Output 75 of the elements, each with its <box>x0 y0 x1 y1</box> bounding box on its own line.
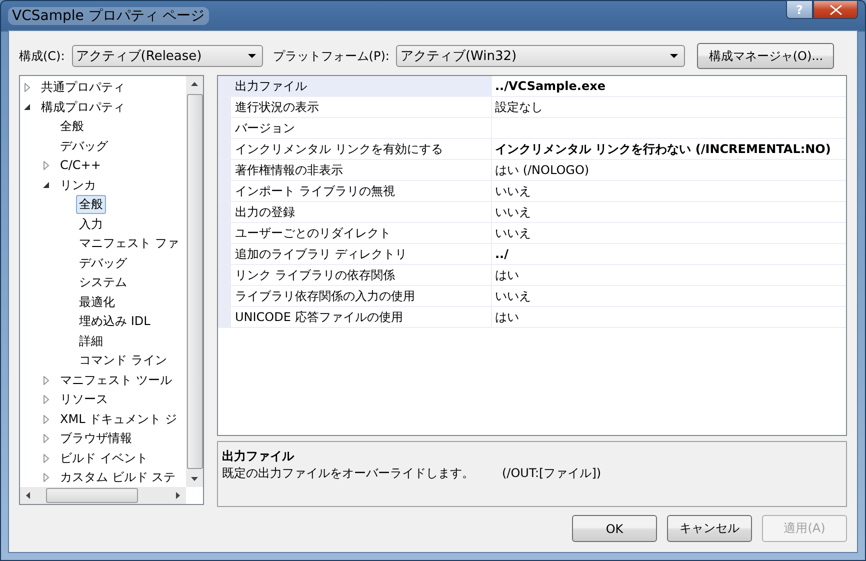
tree-item[interactable]: デバッグ <box>57 136 111 156</box>
switch-text: (/OUT:[ファイル]) <box>502 466 602 480</box>
expand-icon[interactable] <box>43 395 50 404</box>
tree-item[interactable]: 構成プロパティ <box>38 98 128 117</box>
scroll-thumb[interactable] <box>46 488 138 503</box>
property-value[interactable]: 設定なし <box>492 97 846 117</box>
dialog-button[interactable]: キャンセル <box>667 515 752 542</box>
property-value[interactable]: いいえ <box>492 286 846 306</box>
property-value[interactable]: インクリメンタル リンクを行わない (/INCREMENTAL:NO) <box>492 139 846 159</box>
collapse-icon[interactable] <box>24 102 31 112</box>
property-value[interactable]: ../VCSample.exe <box>492 76 846 96</box>
dialog-button[interactable]: OK <box>572 515 657 542</box>
property-value[interactable]: はい <box>492 307 846 327</box>
configuration-label: 構成(C): <box>19 48 65 64</box>
tree-item[interactable]: 全般 <box>76 195 106 214</box>
tree-item[interactable]: ビルド イベント <box>57 448 151 468</box>
property-value[interactable]: ../ <box>492 244 846 264</box>
description-text: 既定の出力ファイルをオーバーライドします。 <box>222 466 474 480</box>
expand-icon[interactable] <box>43 161 50 170</box>
tree-item[interactable]: リンカ <box>57 176 99 195</box>
property-name[interactable]: インクリメンタル リンクを有効にする <box>231 139 492 159</box>
dropdown-arrow-icon <box>670 54 678 58</box>
property-name[interactable]: リンク ライブラリの依存関係 <box>231 265 492 285</box>
property-name[interactable]: 著作権情報の非表示 <box>231 160 492 180</box>
expand-icon[interactable] <box>43 473 50 482</box>
tree-item[interactable]: 入力 <box>76 214 106 234</box>
tree-item[interactable]: カスタム ビルド ステ <box>57 468 179 487</box>
property-name[interactable]: 出力の登録 <box>231 202 492 222</box>
tree-item[interactable]: 埋め込み IDL <box>76 312 154 332</box>
window-title: VCSample プロパティ ページ <box>8 7 209 25</box>
close-button[interactable] <box>813 0 858 19</box>
expand-icon[interactable] <box>24 83 31 92</box>
property-name[interactable]: 出力ファイル <box>231 76 492 96</box>
configuration-manager-button[interactable]: 構成マネージャ(O)... <box>697 43 834 69</box>
tree-item[interactable]: XML ドキュメント ジ <box>57 410 180 429</box>
property-name[interactable]: バージョン <box>231 118 492 138</box>
tree-item[interactable]: ブラウザ情報 <box>57 429 135 448</box>
property-name[interactable]: ライブラリ依存関係の入力の使用 <box>231 286 492 306</box>
tree-item[interactable]: 全般 <box>57 117 87 136</box>
scroll-left-icon <box>26 492 30 499</box>
expand-icon[interactable] <box>43 434 50 444</box>
tree-item[interactable]: リソース <box>57 390 111 410</box>
property-name[interactable]: ユーザーごとのリダイレクト <box>231 223 492 243</box>
property-value[interactable]: いいえ <box>492 223 846 243</box>
dropdown-arrow-icon <box>248 54 256 58</box>
platform-label: プラットフォーム(P): <box>272 48 390 64</box>
property-name[interactable]: 追加のライブラリ ディレクトリ <box>231 244 492 264</box>
expand-icon[interactable] <box>43 454 50 463</box>
tree-item[interactable]: コマンド ライン <box>76 351 170 370</box>
property-name[interactable]: 進行状況の表示 <box>231 97 492 117</box>
expand-icon[interactable] <box>43 414 50 424</box>
property-value[interactable]: いいえ <box>492 202 846 222</box>
property-name[interactable]: UNICODE 応答ファイルの使用 <box>231 307 492 327</box>
tree-item[interactable]: マニフェスト ツール <box>57 370 175 390</box>
scroll-right-icon <box>176 492 180 499</box>
expand-icon[interactable] <box>43 376 50 385</box>
description-title: 出力ファイル <box>222 448 296 464</box>
tree-item[interactable]: マニフェスト ファ <box>76 234 182 254</box>
tree-item[interactable]: デバッグ <box>76 254 130 273</box>
tree-item[interactable]: C/C++ <box>57 156 104 176</box>
horizontal-scrollbar[interactable] <box>20 487 186 504</box>
configuration-dropdown[interactable]: アクティブ(Release) <box>72 45 263 67</box>
property-value[interactable]: はい (/NOLOGO) <box>492 160 846 180</box>
platform-dropdown[interactable]: アクティブ(Win32) <box>396 45 686 67</box>
scroll-down-icon <box>191 477 198 481</box>
property-name[interactable]: インポート ライブラリの無視 <box>231 181 492 201</box>
tree-item[interactable]: 共通プロパティ <box>38 78 128 98</box>
scroll-up-icon <box>191 82 198 86</box>
collapse-icon[interactable] <box>43 180 50 190</box>
tree-item[interactable]: 最適化 <box>76 292 118 312</box>
property-value[interactable]: いいえ <box>492 181 846 201</box>
close-icon <box>830 4 842 14</box>
tree-item[interactable]: システム <box>76 273 130 292</box>
property-value[interactable]: はい <box>492 265 846 285</box>
tree-item[interactable]: 詳細 <box>76 332 106 351</box>
